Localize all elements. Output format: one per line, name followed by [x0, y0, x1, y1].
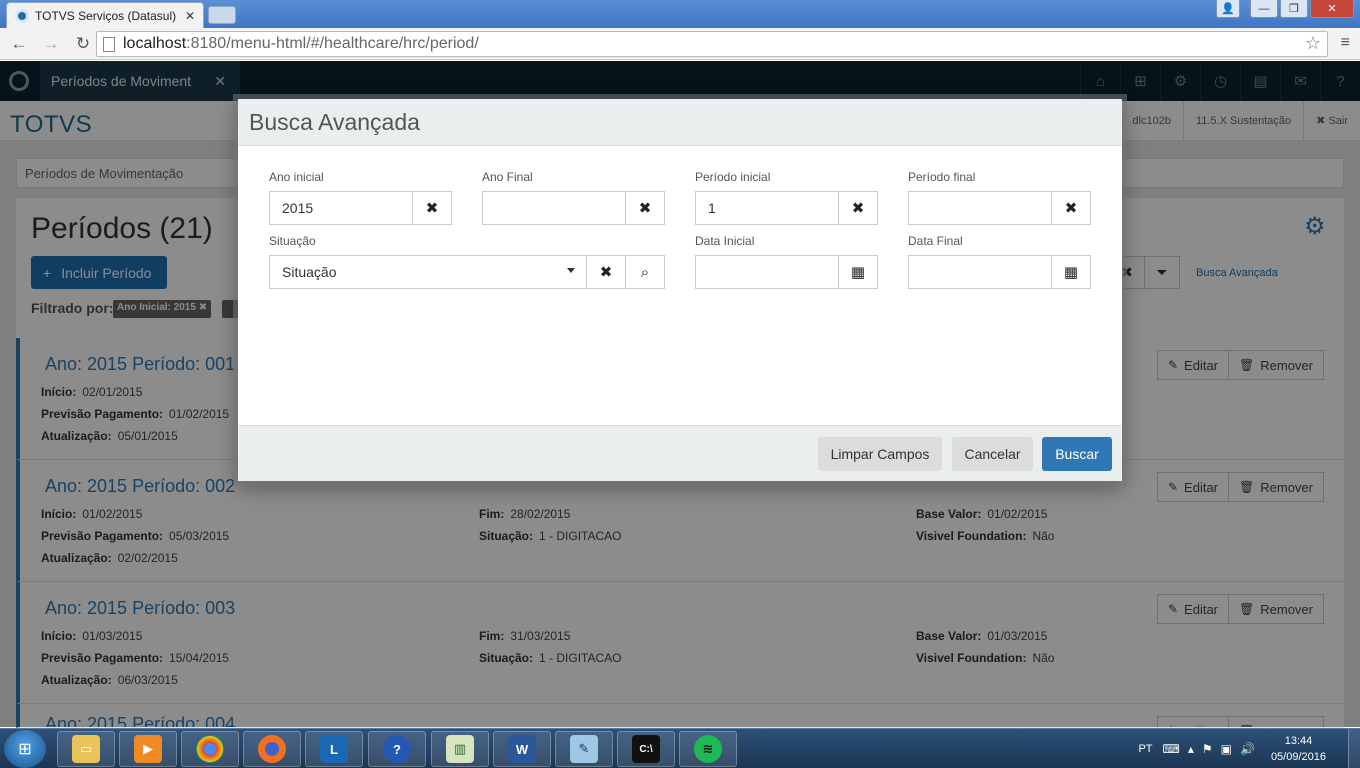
url-host: localhost: [123, 35, 187, 52]
flag-icon[interactable]: ⚑: [1202, 742, 1213, 756]
end-date-label: Data Final: [908, 234, 963, 248]
bookmark-star-icon[interactable]: ☆: [1305, 33, 1321, 54]
firefox-icon[interactable]: [243, 731, 301, 767]
status-select-group: Situação ✖ ⌕: [269, 255, 665, 289]
browser-tab-title: TOTVS Serviços (Datasul): [35, 8, 177, 23]
clock-date: 05/09/2016: [1270, 751, 1326, 763]
file-explorer-icon[interactable]: ▭: [57, 731, 115, 767]
browser-toolbar: ← → ↻ localhost:8180/menu-html/#/healthc…: [0, 28, 1360, 60]
status-select[interactable]: Situação: [269, 255, 587, 289]
chrome-menu-icon[interactable]: ≡: [1341, 34, 1350, 52]
lync-icon[interactable]: L: [305, 731, 363, 767]
cmd-icon[interactable]: C:\: [617, 731, 675, 767]
page-icon: [103, 36, 115, 52]
start-period-label: Período inicial: [695, 170, 771, 184]
system-tray: PT ⌨ ▴ ⚑ ▣ 🔊 13:44 05/09/2016: [1138, 729, 1360, 768]
volume-icon[interactable]: 🔊: [1240, 742, 1255, 756]
chevron-down-icon[interactable]: [567, 268, 575, 273]
browser-titlebar: TOTVS Serviços (Datasul) ✕ 👤 — ❐ ✕: [0, 0, 1360, 28]
spotify-icon[interactable]: ≋: [679, 731, 737, 767]
show-desktop-button[interactable]: [1348, 729, 1360, 768]
search-icon[interactable]: ⌕: [626, 255, 665, 289]
calendar-icon[interactable]: ▦: [839, 255, 878, 289]
start-date-input[interactable]: [695, 255, 839, 289]
address-bar[interactable]: localhost:8180/menu-html/#/healthcare/hr…: [96, 31, 1328, 57]
tray-arrow-icon[interactable]: ▴: [1188, 742, 1194, 756]
forward-button[interactable]: →: [38, 31, 64, 57]
start-year-label: Ano inicial: [269, 170, 324, 184]
end-period-input[interactable]: [908, 191, 1052, 225]
clear-end-year-icon[interactable]: ✖: [626, 191, 665, 225]
reload-button[interactable]: ↻: [70, 31, 96, 57]
end-year-label: Ano Final: [482, 170, 533, 184]
start-period-group: 1 ✖: [695, 191, 878, 225]
start-date-group: ▦: [695, 255, 878, 289]
start-date-label: Data Inicial: [695, 234, 755, 248]
end-year-input[interactable]: [482, 191, 626, 225]
modal-footer: Limpar Campos Cancelar Buscar: [238, 425, 1122, 481]
new-tab-button[interactable]: [208, 6, 236, 24]
windows-taskbar: ⊞ ▭ ▶ L ? ▥ W ✎ C:\ ≋ PT ⌨ ▴ ⚑ ▣ 🔊 13:44…: [0, 728, 1360, 768]
advanced-search-modal: Busca Avançada Ano inicial 2015 ✖ Ano Fi…: [238, 99, 1122, 481]
end-period-group: ✖: [908, 191, 1091, 225]
cancel-button[interactable]: Cancelar: [952, 437, 1033, 471]
close-window-button[interactable]: ✕: [1310, 0, 1354, 18]
clock[interactable]: 13:44 05/09/2016: [1271, 733, 1326, 765]
user-profile-icon[interactable]: 👤: [1216, 0, 1240, 18]
start-button[interactable]: ⊞: [4, 730, 46, 768]
start-period-input[interactable]: 1: [695, 191, 839, 225]
end-date-input[interactable]: [908, 255, 1052, 289]
network-icon[interactable]: ▣: [1221, 742, 1232, 756]
help-icon[interactable]: ?: [368, 731, 426, 767]
url-path: :8180/menu-html/#/healthcare/hrc/period/: [186, 35, 479, 52]
chrome-icon[interactable]: [181, 731, 239, 767]
end-period-label: Período final: [908, 170, 976, 184]
back-button[interactable]: ←: [6, 31, 32, 57]
clock-time: 13:44: [1284, 735, 1313, 747]
totvs-favicon-icon: [15, 8, 29, 23]
maximize-button[interactable]: ❐: [1280, 0, 1308, 18]
clear-status-icon[interactable]: ✖: [587, 255, 626, 289]
start-year-input[interactable]: 2015: [269, 191, 413, 225]
word-icon[interactable]: W: [493, 731, 551, 767]
notepad-icon[interactable]: ✎: [555, 731, 613, 767]
keyboard-icon[interactable]: ⌨: [1163, 742, 1180, 756]
language-indicator[interactable]: PT: [1138, 743, 1152, 755]
calendar-icon[interactable]: ▦: [1052, 255, 1091, 289]
clear-end-period-icon[interactable]: ✖: [1052, 191, 1091, 225]
clear-start-period-icon[interactable]: ✖: [839, 191, 878, 225]
start-year-group: 2015 ✖: [269, 191, 452, 225]
search-button[interactable]: Buscar: [1042, 437, 1112, 471]
modal-title: Busca Avançada: [238, 99, 1122, 146]
chart-icon[interactable]: ▥: [431, 731, 489, 767]
end-date-group: ▦: [908, 255, 1091, 289]
minimize-button[interactable]: —: [1250, 0, 1278, 18]
browser-tab[interactable]: TOTVS Serviços (Datasul) ✕: [6, 2, 204, 28]
media-player-icon[interactable]: ▶: [119, 731, 177, 767]
close-tab-icon[interactable]: ✕: [185, 9, 195, 23]
status-label: Situação: [269, 234, 316, 248]
clear-start-year-icon[interactable]: ✖: [413, 191, 452, 225]
clear-fields-button[interactable]: Limpar Campos: [818, 437, 942, 471]
end-year-group: ✖: [482, 191, 665, 225]
